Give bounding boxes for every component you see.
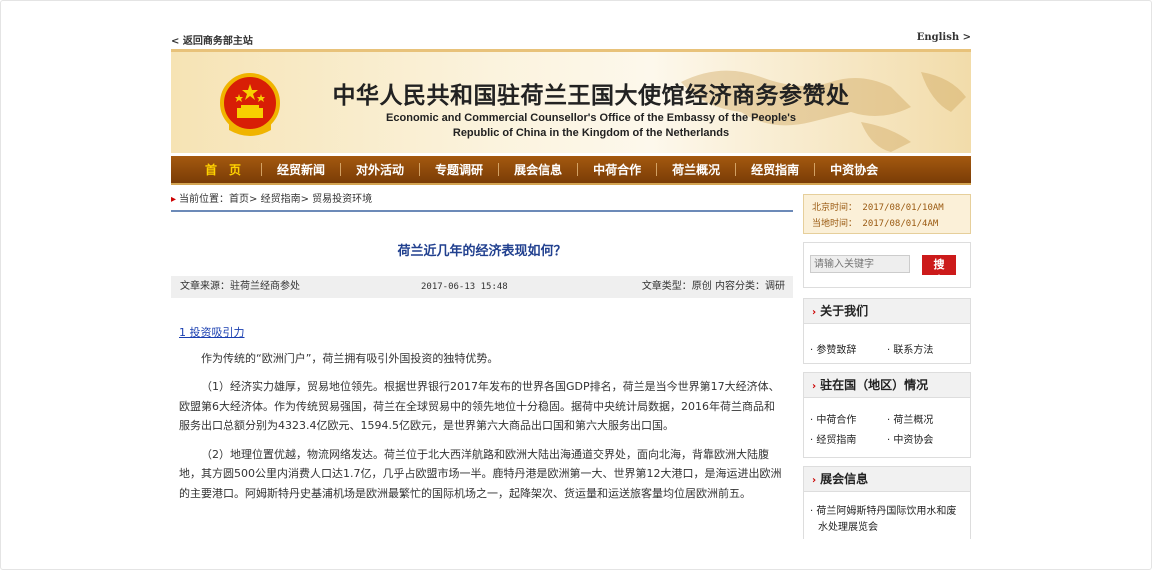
panel-link[interactable]: · 中资协会 bbox=[887, 431, 964, 446]
panel-title: 展会信息 bbox=[820, 472, 869, 486]
section-heading-link[interactable]: 1 投资吸引力 bbox=[179, 323, 785, 343]
nav-item-netherlands-overview[interactable]: 荷兰概况 bbox=[657, 161, 735, 178]
article-type: 文章类型：原创 内容分类：调研 bbox=[641, 281, 785, 292]
nav-item-china-nl-cooperation[interactable]: 中荷合作 bbox=[578, 161, 656, 178]
panel-link[interactable]: · 中荷合作 bbox=[810, 411, 887, 426]
country-info-panel: › 驻在国（地区）情况 · 中荷合作 · 荷兰概况 · 经贸指南 · 中资协会 bbox=[803, 372, 971, 458]
local-time: 当地时间： 2017/08/01/4AM bbox=[812, 219, 939, 229]
panel-link[interactable]: · 荷兰阿姆斯特丹国际饮用水和废水处理展览会 bbox=[810, 504, 964, 536]
header-banner: 中华人民共和国驻荷兰王国大使馆经济商务参赞处 Economic and Comm… bbox=[171, 49, 971, 153]
nav-item-exhibitions[interactable]: 展会信息 bbox=[499, 161, 577, 178]
panel-title: 驻在国（地区）情况 bbox=[820, 378, 929, 392]
panel-link[interactable]: · 经贸指南 bbox=[810, 431, 887, 446]
breadcrumb: ▸ 当前位置：首页> 经贸指南> 贸易投资环境 bbox=[171, 190, 793, 212]
chevron-right-icon: › bbox=[812, 381, 817, 392]
panel-body: · 参赞致辞 · 联系方法 bbox=[804, 324, 970, 364]
panel-link[interactable]: · 荷兰概况 bbox=[887, 411, 964, 426]
banner-title-cn: 中华人民共和国驻荷兰王国大使馆经济商务参赞处 bbox=[332, 83, 850, 109]
article-meta-bar: 文章来源：驻荷兰经商参处 2017-06-13 15:48 文章类型：原创 内容… bbox=[171, 276, 793, 298]
nav-item-chinese-enterprises[interactable]: 中资协会 bbox=[815, 161, 893, 178]
panel-header: › 关于我们 bbox=[804, 299, 970, 324]
main-nav: 首 页 经贸新闻 对外活动 专题调研 展会信息 中荷合作 荷兰概况 经贸指南 中… bbox=[171, 156, 971, 185]
nav-item-research[interactable]: 专题调研 bbox=[420, 161, 498, 178]
panel-header: › 驻在国（地区）情况 bbox=[804, 373, 970, 398]
back-to-main-link[interactable]: < 返回商务部主站 bbox=[171, 32, 253, 47]
banner-title-en-line1: Economic and Commercial Counsellor's Off… bbox=[386, 112, 796, 124]
nav-item-home[interactable]: 首 页 bbox=[171, 161, 261, 178]
exhibition-panel: › 展会信息 · 荷兰阿姆斯特丹国际饮用水和废水处理展览会 bbox=[803, 466, 971, 539]
caret-right-icon: ▸ bbox=[171, 194, 177, 205]
article-body: 1 投资吸引力 作为传统的“欧洲门户”，荷兰拥有吸引外国投资的独特优势。 （1）… bbox=[179, 323, 785, 512]
article-paragraph: 作为传统的“欧洲门户”，荷兰拥有吸引外国投资的独特优势。 bbox=[201, 351, 499, 365]
panel-title: 关于我们 bbox=[820, 304, 869, 318]
panel-body: · 荷兰阿姆斯特丹国际饮用水和废水处理展览会 bbox=[804, 492, 970, 542]
article-title: 荷兰近几年的经济表现如何？ bbox=[397, 244, 567, 259]
panel-header: › 展会信息 bbox=[804, 467, 970, 492]
nav-item-external-activities[interactable]: 对外活动 bbox=[341, 161, 419, 178]
nav-item-trade-news[interactable]: 经贸新闻 bbox=[262, 161, 340, 178]
chevron-right-icon: › bbox=[812, 475, 817, 486]
search-button[interactable]: 搜 索 bbox=[922, 255, 956, 287]
english-link[interactable]: English > bbox=[917, 32, 971, 43]
top-bar: < 返回商务部主站 English > bbox=[171, 32, 971, 47]
beijing-time: 北京时间： 2017/08/01/10AM bbox=[812, 203, 944, 213]
breadcrumb-text[interactable]: 当前位置：首页> 经贸指南> 贸易投资环境 bbox=[179, 194, 372, 205]
panel-link[interactable]: · 联系方法 bbox=[887, 341, 964, 356]
article-source: 文章来源：驻荷兰经商参处 bbox=[180, 281, 300, 292]
time-display: 北京时间： 2017/08/01/10AM 当地时间： 2017/08/01/4… bbox=[803, 194, 971, 234]
about-us-panel: › 关于我们 · 参赞致辞 · 联系方法 bbox=[803, 298, 971, 364]
article-paragraph: （1）经济实力雄厚，贸易地位领先。根据世界银行2017年发布的世界各国GDP排名… bbox=[179, 380, 780, 432]
banner-title-en-line2: Republic of China in the Kingdom of the … bbox=[452, 127, 730, 139]
search-box: 搜 索 bbox=[803, 242, 971, 288]
panel-body: · 中荷合作 · 荷兰概况 · 经贸指南 · 中资协会 bbox=[804, 398, 970, 454]
panel-link[interactable]: · 参赞致辞 bbox=[810, 341, 887, 356]
national-emblem-icon bbox=[220, 73, 280, 136]
chevron-right-icon: › bbox=[812, 307, 817, 318]
article-paragraph: （2）地理位置优越，物流网络发达。荷兰位于北大西洋航路和欧洲大陆出海通道交界处，… bbox=[179, 447, 782, 500]
article-date: 2017-06-13 15:48 bbox=[421, 282, 508, 292]
search-input[interactable] bbox=[810, 255, 910, 273]
nav-item-trade-guide[interactable]: 经贸指南 bbox=[736, 161, 814, 178]
